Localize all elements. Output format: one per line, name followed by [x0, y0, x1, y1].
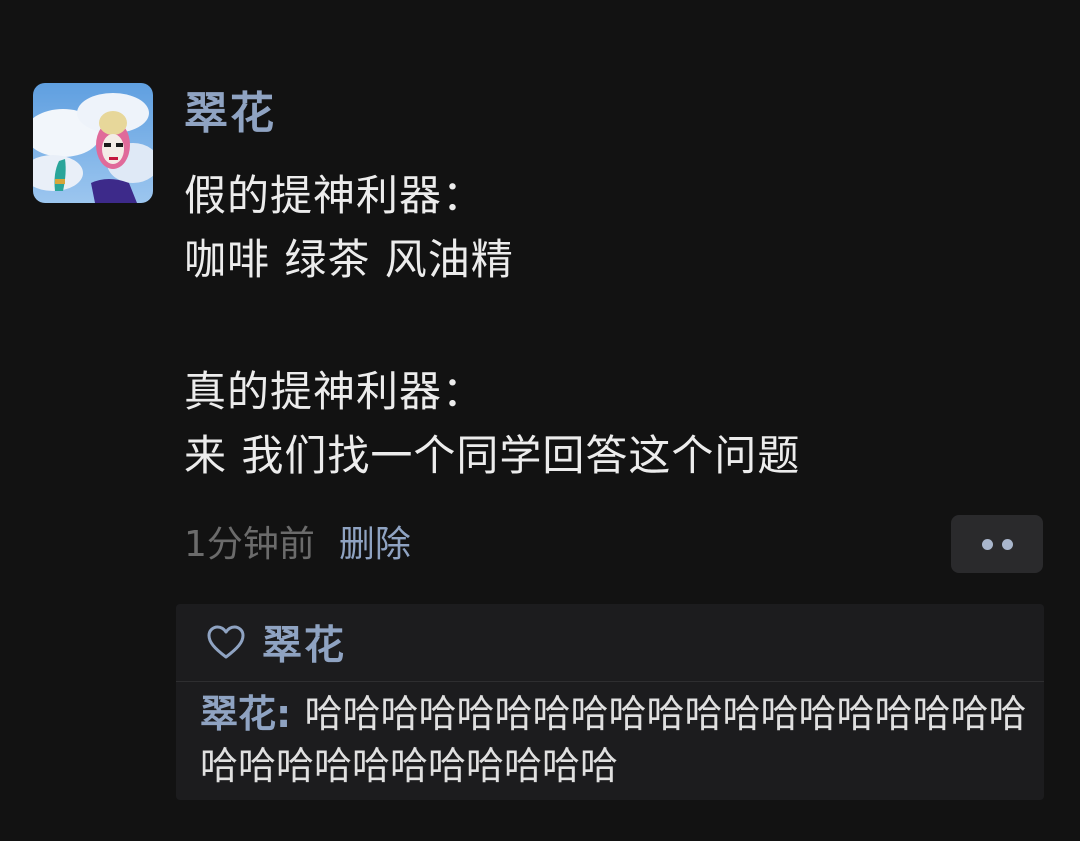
likes-row: 翠花 [206, 614, 346, 676]
post-line: 真的提神利器： [184, 367, 486, 416]
post-line-spacer [184, 292, 1044, 360]
post-line: 来 我们找一个同学回答这个问题 [184, 431, 801, 480]
comment-text: 哈哈哈哈哈哈哈哈哈哈哈哈哈哈哈哈哈哈哈哈哈哈哈哈哈哈哈哈哈哈 [200, 692, 1027, 788]
more-dots-icon [982, 539, 993, 550]
more-dots-icon-dot [1002, 539, 1013, 550]
comment-item[interactable]: 翠花: 哈哈哈哈哈哈哈哈哈哈哈哈哈哈哈哈哈哈哈哈哈哈哈哈哈哈哈哈哈哈 [200, 688, 1030, 792]
delete-button[interactable]: 删除 [339, 524, 411, 565]
liker-name[interactable]: 翠花 [262, 623, 346, 669]
comment-separator: : [276, 692, 305, 736]
avatar[interactable] [33, 83, 153, 203]
interaction-panel: 翠花 翠花: 哈哈哈哈哈哈哈哈哈哈哈哈哈哈哈哈哈哈哈哈哈哈哈哈哈哈哈哈哈哈 [176, 604, 1044, 800]
post-author-name[interactable]: 翠花 [184, 84, 276, 144]
avatar-image [33, 83, 153, 203]
post-content: 假的提神利器： 咖啡 绿茶 风油精 真的提神利器： 来 我们找一个同学回答这个问… [184, 164, 1044, 488]
comment-author[interactable]: 翠花 [200, 692, 276, 736]
more-actions-button[interactable] [951, 515, 1043, 573]
post-line: 咖啡 绿茶 风油精 [184, 235, 514, 284]
post-timestamp: 1分钟前 [184, 524, 315, 565]
heart-outline-icon [207, 625, 245, 658]
post-meta: 1分钟前 删除 [184, 518, 411, 572]
divider [176, 681, 1044, 682]
post-line: 假的提神利器： [184, 171, 486, 220]
